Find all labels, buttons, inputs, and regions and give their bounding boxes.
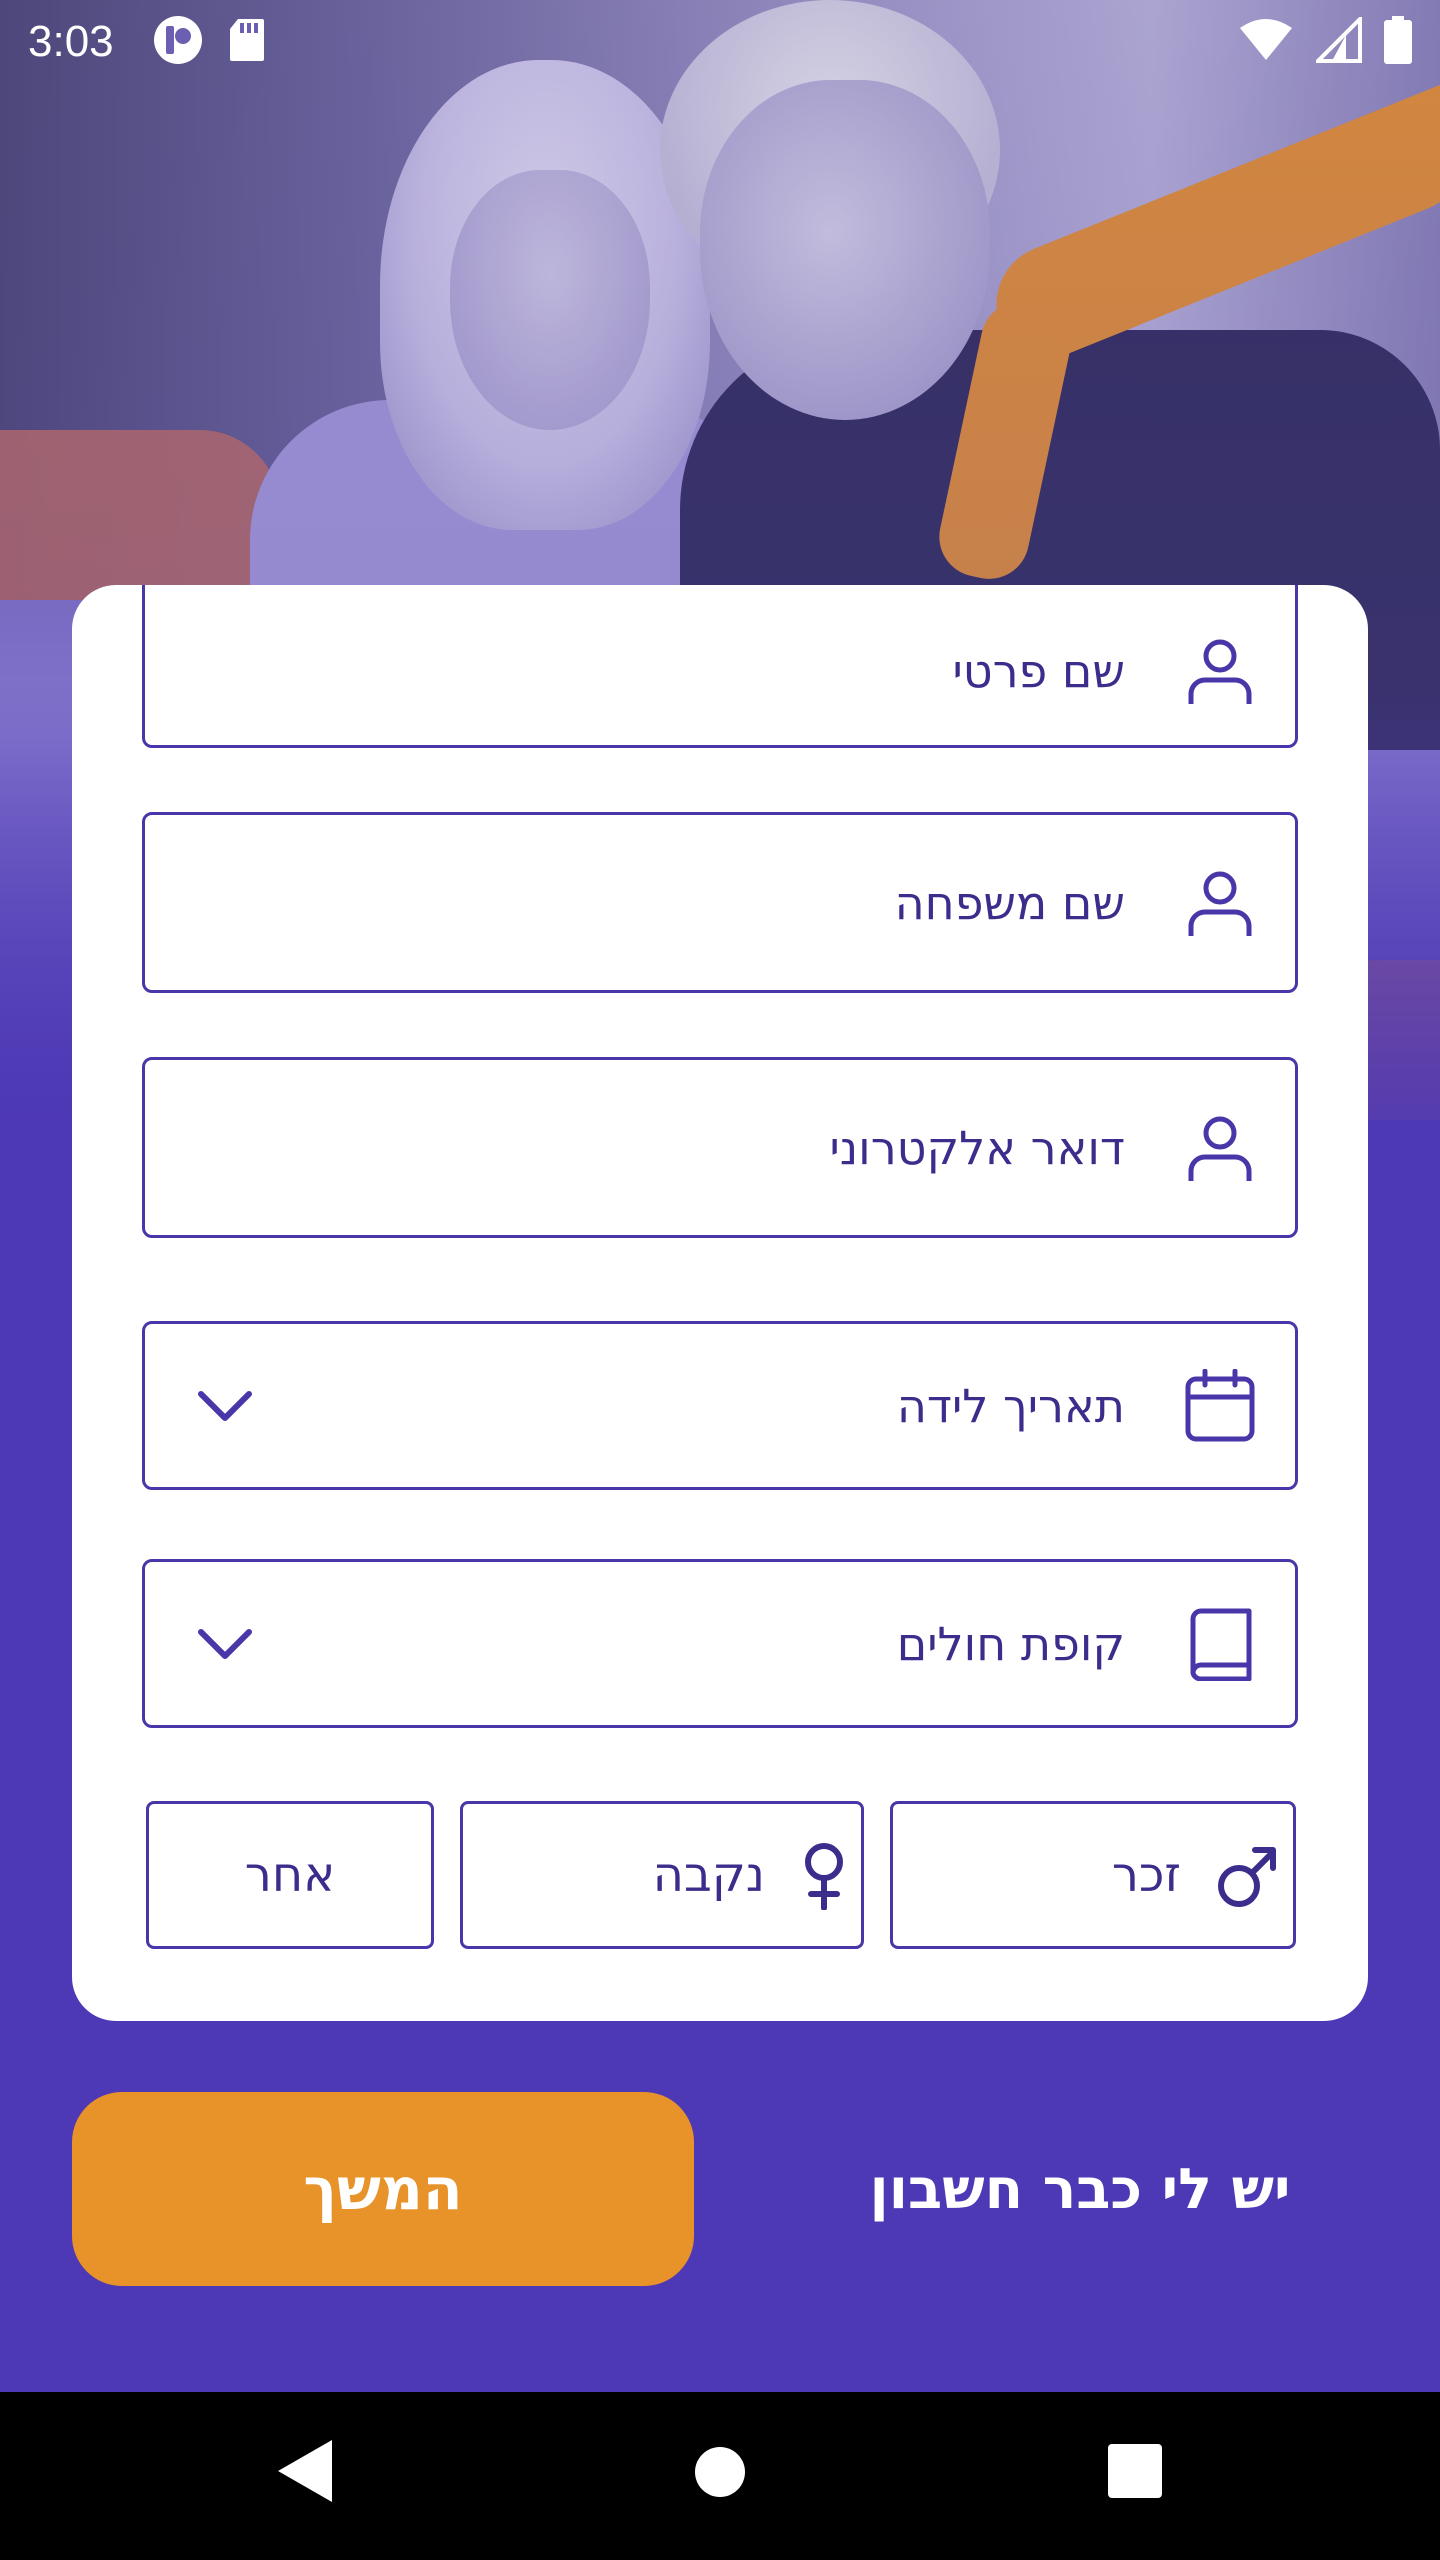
book-icon: [1190, 1608, 1252, 1681]
email-placeholder: דואר אלקטרוני: [829, 1120, 1125, 1175]
gender-male-label: זכר: [1111, 1847, 1181, 1903]
health-fund-placeholder: קופת חולים: [896, 1616, 1125, 1671]
person-icon: [1188, 871, 1252, 936]
first-name-placeholder: שם פרטי: [952, 643, 1125, 698]
status-time: 3:03: [28, 17, 114, 66]
birth-date-dropdown[interactable]: תאריך לידה: [142, 1321, 1298, 1490]
first-name-field[interactable]: שם פרטי: [142, 585, 1298, 748]
person-icon: [1188, 1116, 1252, 1181]
registration-form-card: שם פרטי שם משפחה דואר אלקטרוני תאריך ליד…: [72, 585, 1368, 2021]
battery-icon: [1384, 16, 1412, 68]
status-bar: 3:03: [0, 0, 1440, 84]
gender-female-label: נקבה: [652, 1847, 765, 1903]
sd-card-icon: [228, 17, 266, 67]
last-name-field[interactable]: שם משפחה: [142, 812, 1298, 993]
person-icon: [1188, 639, 1252, 704]
gender-male-button[interactable]: זכר: [890, 1801, 1296, 1949]
wifi-icon: [1238, 18, 1294, 66]
chevron-down-icon: [198, 1390, 252, 1421]
male-icon: [1218, 1847, 1276, 1907]
calendar-icon: [1185, 1368, 1255, 1441]
app-notification-icon: [152, 14, 204, 70]
home-icon[interactable]: [694, 2446, 746, 2498]
navigation-bar: [0, 2392, 1440, 2560]
gender-female-button[interactable]: נקבה: [460, 1801, 864, 1949]
birth-date-placeholder: תאריך לידה: [896, 1378, 1125, 1433]
email-field[interactable]: דואר אלקטרוני: [142, 1057, 1298, 1238]
cell-signal-icon: [1313, 14, 1362, 67]
gender-other-button[interactable]: אחר: [146, 1801, 434, 1949]
have-account-link[interactable]: יש לי כבר חשבון: [780, 2092, 1380, 2286]
recent-apps-icon[interactable]: [1108, 2444, 1162, 2498]
gender-other-label: אחר: [244, 1847, 336, 1903]
last-name-placeholder: שם משפחה: [894, 875, 1125, 930]
back-icon[interactable]: [270, 2436, 340, 2506]
chevron-down-icon: [198, 1628, 252, 1659]
continue-button[interactable]: המשך: [72, 2092, 694, 2286]
health-fund-dropdown[interactable]: קופת חולים: [142, 1559, 1298, 1728]
female-icon: [805, 1843, 843, 1910]
